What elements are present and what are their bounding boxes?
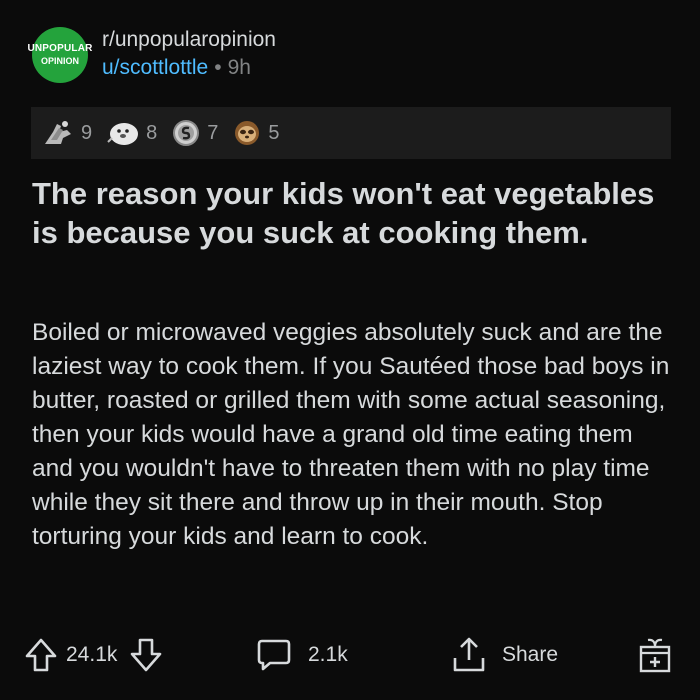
award-silver[interactable]: 7 — [171, 118, 218, 148]
action-bar: 24.1k 2.1k Share — [0, 630, 700, 680]
comments-button[interactable]: 2.1k — [256, 630, 348, 680]
arrow-up-icon[interactable] — [24, 637, 58, 673]
post-meta: r/unpopularopinion u/scottlottle • 9h — [102, 27, 276, 83]
share-button[interactable]: Share — [450, 630, 558, 680]
post-header: UNPOPULAR OPINION r/unpopularopinion u/s… — [27, 27, 276, 83]
award-count: 9 — [81, 121, 93, 144]
post-body: Boiled or microwaved veggies absolutely … — [32, 319, 670, 550]
award-count: 8 — [146, 121, 158, 144]
author-line: u/scottlottle • 9h — [102, 53, 276, 83]
separator-dot: • — [214, 56, 222, 79]
awards-bar[interactable]: 9 8 7 5 — [31, 107, 671, 159]
reddit-post: UNPOPULAR OPINION r/unpopularopinion u/s… — [0, 0, 700, 700]
give-award-button[interactable] — [638, 630, 672, 680]
post-title[interactable]: The reason your kids won't eat vegetable… — [32, 174, 672, 252]
share-icon — [453, 637, 485, 672]
vote-score: 24.1k — [66, 643, 118, 666]
award-helpful[interactable]: 9 — [41, 118, 92, 148]
avatar-text-line1: UNPOPULAR — [27, 43, 93, 54]
award-sloth[interactable]: 5 — [232, 118, 280, 148]
share-label: Share — [502, 643, 559, 666]
avatar-text-line2: OPINION — [40, 56, 79, 66]
subreddit-avatar[interactable]: UNPOPULAR OPINION — [27, 27, 92, 83]
vote-group: 24.1k — [24, 630, 163, 680]
helpful-hands-award-icon — [45, 121, 71, 144]
arrow-down-icon[interactable] — [129, 637, 163, 673]
gift-icon — [639, 638, 671, 673]
award-wholesome[interactable]: 8 — [106, 118, 157, 148]
comment-bubble-icon — [257, 639, 291, 671]
award-count: 5 — [268, 121, 280, 144]
author-link[interactable]: u/scottlottle — [102, 56, 208, 79]
silver-award-icon — [173, 120, 200, 146]
post-age: 9h — [227, 56, 251, 79]
award-count: 7 — [207, 121, 219, 144]
subreddit-link[interactable]: r/unpopularopinion — [102, 27, 276, 53]
wholesome-seal-award-icon — [107, 123, 139, 145]
comment-count: 2.1k — [308, 643, 348, 666]
sloth-award-icon — [235, 121, 260, 145]
